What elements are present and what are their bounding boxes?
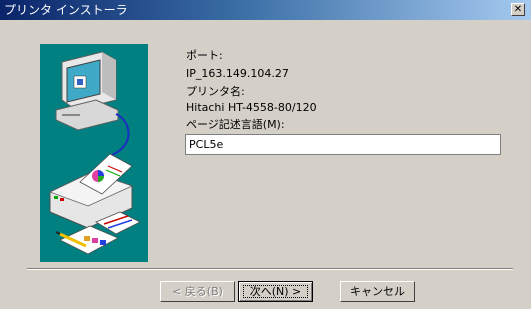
back-button[interactable]: < 戻る(B) [160, 281, 235, 302]
title-bar[interactable]: プリンタ インストーラ ✕ [0, 0, 531, 20]
computer-printer-illustration [40, 44, 148, 262]
next-button-label: 次へ(N) > [249, 285, 302, 298]
pdl-label: ページ記述言語(M): [186, 118, 285, 131]
printer-installer-dialog: プリンタ インストーラ ✕ ポート: IP_163.149.104.27 プリン… [0, 0, 531, 309]
port-label: ポート: [186, 49, 223, 62]
port-value: IP_163.149.104.27 [186, 67, 289, 80]
window-title: プリンタ インストーラ [4, 3, 128, 17]
pdl-input[interactable]: PCL5e [185, 134, 501, 155]
next-button[interactable]: 次へ(N) > [238, 281, 313, 302]
back-button-label: < 戻る(B) [172, 285, 223, 298]
printer-name-label: プリンタ名: [186, 85, 245, 98]
close-icon: ✕ [513, 4, 523, 15]
printer-name-value: Hitachi HT-4558-80/120 [186, 101, 317, 114]
cancel-button[interactable]: キャンセル [340, 281, 415, 302]
close-button[interactable]: ✕ [511, 3, 525, 16]
cancel-button-label: キャンセル [350, 285, 405, 298]
